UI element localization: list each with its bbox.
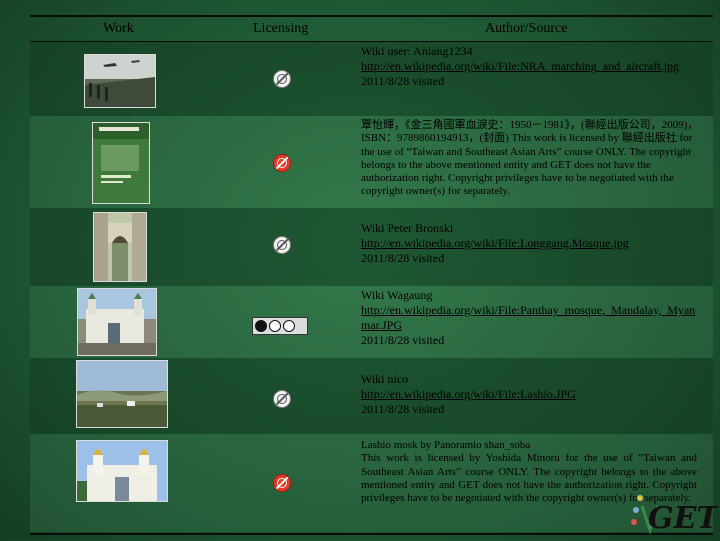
table-row: Wiki user: Anlang1234 http://en.wikipedi… — [30, 42, 713, 116]
no-copyright-icon — [273, 70, 291, 88]
restricted-license-icon — [273, 154, 291, 172]
work-column-header: Work — [103, 21, 134, 36]
get-logo: GET — [628, 490, 720, 536]
no-copyright-icon — [273, 236, 291, 254]
author-source-text: Wiki Peter Bronski http://en.wikipedia.o… — [361, 221, 701, 266]
source-link[interactable]: http://en.wikipedia.org/wiki/File:Pantha… — [361, 303, 701, 333]
table-row: Wiki nico http://en.wikipedia.org/wiki/F… — [30, 358, 713, 434]
source-link[interactable]: http://en.wikipedia.org/wiki/File:Lashio… — [361, 387, 701, 402]
mosque-gate-photo — [93, 212, 147, 282]
logo-text: GET — [648, 501, 718, 536]
book-cover-image — [92, 122, 150, 204]
author-source-text: Wiki user: Anlang1234 http://en.wikipedi… — [361, 44, 701, 89]
table-header: Work Licensing Author/Source — [30, 17, 713, 41]
author-source-text: 覃怡輝，《金三角國軍血淚史：1950－1981》，(聯經出版公司，2009)，I… — [361, 119, 699, 198]
restricted-license-icon — [273, 474, 291, 492]
table-row: 覃怡輝，《金三角國軍血淚史：1950－1981》，(聯經出版公司，2009)，I… — [30, 116, 713, 208]
author-source-text: Wiki Wagaung http://en.wikipedia.org/wik… — [361, 288, 701, 348]
author-column-header: Author/Source — [485, 21, 568, 36]
table-row: Wiki Wagaung http://en.wikipedia.org/wik… — [30, 286, 713, 358]
cc-by-sa-icon — [252, 317, 308, 335]
author-source-text: Wiki nico http://en.wikipedia.org/wiki/F… — [361, 372, 701, 417]
no-copyright-icon — [273, 390, 291, 408]
table-bottom-rule — [30, 533, 713, 535]
lashio-landscape-photo — [76, 360, 168, 428]
table-row: Lashio mosk by Panoramio shan_soba This … — [30, 434, 713, 532]
panthay-mosque-photo — [77, 288, 157, 356]
source-link[interactable]: http://en.wikipedia.org/wiki/File:Longga… — [361, 236, 701, 251]
table-row: Wiki Peter Bronski http://en.wikipedia.o… — [30, 208, 713, 286]
soldiers-marching-photo — [84, 54, 156, 108]
licensing-column-header: Licensing — [253, 21, 309, 36]
lashio-mosque-photo — [76, 440, 168, 502]
source-link[interactable]: http://en.wikipedia.org/wiki/File:NRA_ma… — [361, 59, 701, 74]
